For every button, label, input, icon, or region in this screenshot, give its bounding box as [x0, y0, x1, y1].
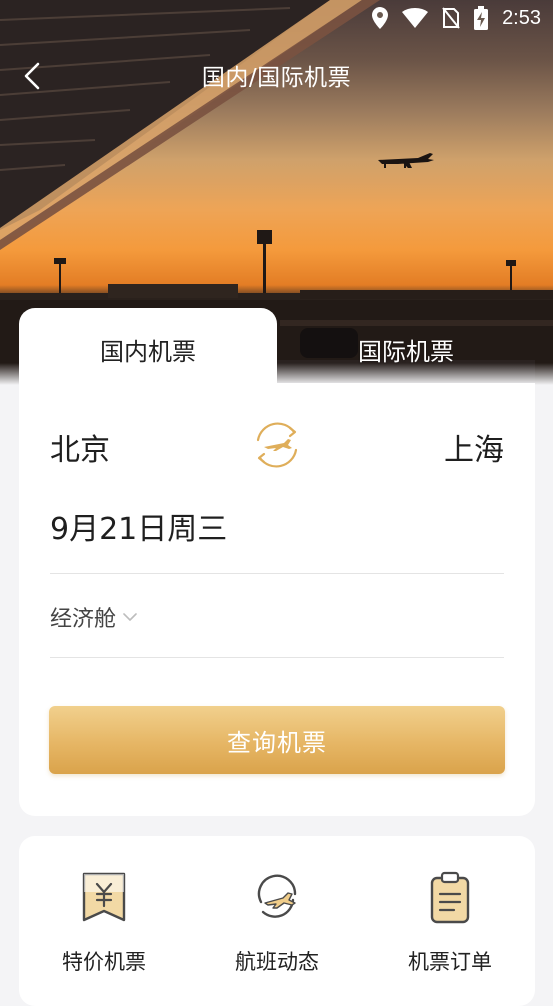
service-flight-status[interactable]: 航班动态: [207, 870, 347, 990]
wifi-icon: [402, 8, 429, 28]
service-label: 特价机票: [62, 950, 146, 974]
flight-search-card: 北京 上海 9月21日周三 经济舱 查询机票: [19, 383, 535, 816]
tab-domestic[interactable]: 国内机票: [19, 308, 277, 388]
service-ticket-orders[interactable]: 机票订单: [380, 870, 520, 990]
status-time: 2:53: [502, 6, 541, 29]
cabin-class-label: 经济舱: [50, 607, 117, 632]
services-panel: 特价机票 航班动态 机票订单: [19, 836, 535, 1006]
departure-date[interactable]: 9月21日周三: [50, 504, 227, 548]
search-flights-button[interactable]: 查询机票: [49, 706, 505, 774]
flight-status-icon: [257, 874, 297, 918]
departure-city[interactable]: 北京: [50, 425, 110, 469]
service-label: 机票订单: [408, 950, 492, 974]
service-label: 航班动态: [235, 950, 319, 974]
no-sim-icon: [442, 7, 460, 29]
status-bar: 2:53: [0, 0, 553, 38]
divider: [50, 657, 504, 658]
divider: [50, 573, 504, 574]
ticket-orders-icon: [430, 871, 470, 924]
tab-international-label: 国际机票: [358, 338, 454, 366]
tab-international[interactable]: 国际机票: [277, 318, 535, 384]
location-icon: [372, 7, 389, 29]
discount-ticket-icon: [82, 872, 126, 922]
tab-domestic-label: 国内机票: [100, 338, 196, 366]
chevron-down-icon: [123, 613, 137, 621]
arrival-city[interactable]: 上海: [444, 425, 504, 469]
plane-swap-icon: [256, 422, 298, 468]
service-discount-tickets[interactable]: 特价机票: [34, 870, 174, 990]
swap-cities-button[interactable]: [250, 418, 304, 472]
cabin-class-select[interactable]: 经济舱: [50, 601, 138, 633]
search-flights-label: 查询机票: [227, 728, 327, 757]
page-title: 国内/国际机票: [201, 65, 352, 91]
battery-charging-icon: [474, 6, 489, 30]
